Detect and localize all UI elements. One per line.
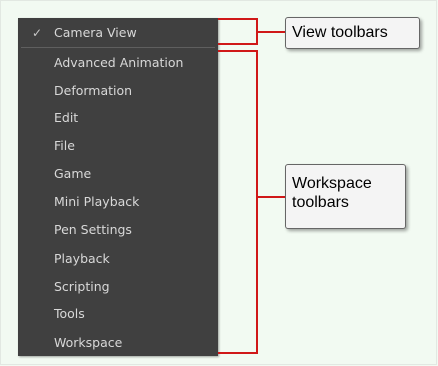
menu-item-camera-view[interactable]: ✓ Camera View	[18, 21, 218, 45]
workspace-toolbars-callout: Workspace toolbars	[285, 164, 406, 229]
toolbars-context-menu: ✓ Camera View Advanced Animation Deforma…	[18, 18, 218, 356]
checkmark-icon: ✓	[31, 26, 43, 40]
menu-item-scripting[interactable]: Scripting	[18, 275, 218, 299]
menu-item-label: Advanced Animation	[54, 55, 184, 70]
workspace-bracket-bottom	[218, 352, 258, 354]
menu-item-label: File	[54, 138, 75, 153]
menu-item-tools[interactable]: Tools	[18, 302, 218, 326]
workspace-connector-line	[256, 196, 286, 198]
menu-item-label: Playback	[54, 251, 110, 266]
menu-item-edit[interactable]: Edit	[18, 106, 218, 130]
menu-item-workspace[interactable]: Workspace	[18, 331, 218, 355]
menu-item-label: Pen Settings	[54, 222, 132, 237]
menu-item-deformation[interactable]: Deformation	[18, 79, 218, 103]
menu-item-label: Mini Playback	[54, 194, 140, 209]
view-toolbars-callout: View toolbars	[285, 17, 420, 49]
menu-separator	[21, 47, 215, 48]
view-connector-line	[256, 31, 286, 33]
workspace-bracket-top	[218, 50, 258, 52]
menu-item-playback[interactable]: Playback	[18, 247, 218, 271]
menu-item-label: Tools	[54, 306, 85, 321]
workspace-bracket-side	[256, 50, 258, 354]
menu-item-label: Game	[54, 166, 92, 181]
menu-item-game[interactable]: Game	[18, 162, 218, 186]
menu-item-label: Scripting	[54, 279, 110, 294]
menu-item-pen-settings[interactable]: Pen Settings	[18, 218, 218, 242]
view-bracket-bottom	[218, 43, 258, 45]
menu-item-advanced-animation[interactable]: Advanced Animation	[18, 51, 218, 75]
menu-item-mini-playback[interactable]: Mini Playback	[18, 190, 218, 214]
callout-text: View toolbars	[292, 24, 388, 41]
callout-text-line2: toolbars	[292, 194, 349, 211]
menu-item-label: Workspace	[54, 335, 123, 350]
menu-item-label: Deformation	[54, 83, 133, 98]
menu-item-label: Camera View	[54, 25, 137, 40]
view-bracket-top	[218, 18, 258, 20]
menu-item-file[interactable]: File	[18, 134, 218, 158]
callout-text-line1: Workspace	[292, 175, 372, 192]
menu-item-label: Edit	[54, 110, 79, 125]
